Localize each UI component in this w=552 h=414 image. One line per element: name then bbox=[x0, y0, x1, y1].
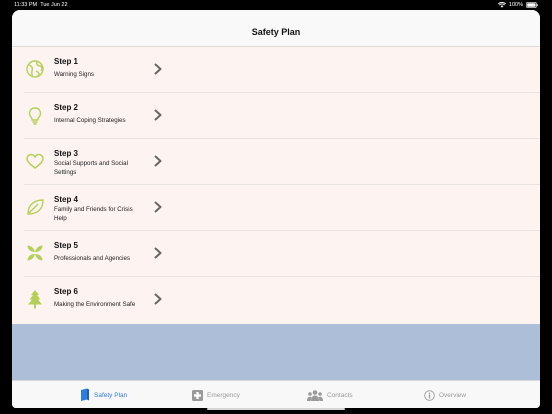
empty-content-area bbox=[12, 324, 540, 380]
status-time-date: 11:33 PM Tue Jun 22 bbox=[14, 0, 68, 10]
safety-plan-step-list: Step 1 Warning Signs Step 2 Internal Cop… bbox=[12, 47, 540, 324]
tab-bar: Safety Plan Emergency Contacts Overview bbox=[12, 380, 540, 408]
step-title: Step 5 bbox=[54, 241, 79, 250]
chevron-right-icon bbox=[153, 247, 163, 259]
page-title: Safety Plan bbox=[251, 27, 301, 37]
tab-emergency[interactable]: Emergency bbox=[192, 387, 240, 403]
home-indicator[interactable] bbox=[207, 408, 345, 410]
step-title: Step 2 bbox=[54, 103, 79, 112]
step-title: Step 4 bbox=[54, 195, 79, 204]
navigation-bar: Safety Plan bbox=[12, 10, 540, 47]
lightbulb-icon bbox=[24, 104, 46, 126]
chevron-right-icon bbox=[153, 155, 163, 167]
app-screen: Safety Plan Step 1 Warning Signs Step 2 … bbox=[12, 10, 540, 408]
tree-icon bbox=[24, 288, 46, 310]
status-date: Tue Jun 22 bbox=[40, 2, 68, 8]
step-title: Step 3 bbox=[54, 149, 79, 158]
medical-cross-icon bbox=[192, 389, 203, 401]
chevron-right-icon bbox=[153, 63, 163, 75]
petals-icon bbox=[24, 242, 46, 264]
step-subtitle: Social Supports and Social Settings bbox=[54, 160, 128, 176]
status-indicators: 100% bbox=[497, 0, 538, 10]
battery-percent: 100% bbox=[508, 2, 523, 8]
chevron-right-icon bbox=[153, 201, 163, 213]
tab-safety-plan[interactable]: Safety Plan bbox=[80, 387, 127, 403]
step-row-2[interactable]: Step 2 Internal Coping Strategies bbox=[12, 93, 540, 139]
tab-overview[interactable]: Overview bbox=[424, 387, 466, 403]
book-icon bbox=[80, 388, 90, 402]
tab-label: Emergency bbox=[207, 391, 240, 399]
step-title: Step 1 bbox=[54, 57, 79, 66]
status-time: 11:33 PM bbox=[14, 2, 38, 8]
step-row-5[interactable]: Step 5 Professionals and Agencies bbox=[12, 231, 540, 277]
step-row-1[interactable]: Step 1 Warning Signs bbox=[12, 47, 540, 93]
globe-icon bbox=[24, 58, 46, 80]
heart-icon bbox=[24, 150, 46, 172]
leaf-icon bbox=[24, 196, 46, 218]
step-subtitle: Making the Environment Safe bbox=[54, 301, 136, 308]
step-subtitle: Family and Friends for Crisis Help bbox=[54, 206, 133, 222]
people-icon bbox=[307, 389, 323, 401]
tab-label: Overview bbox=[439, 391, 467, 399]
tab-label: Contacts bbox=[327, 391, 353, 399]
step-subtitle: Professionals and Agencies bbox=[54, 255, 131, 262]
battery-icon bbox=[526, 2, 538, 8]
chevron-right-icon bbox=[153, 293, 163, 305]
status-bar: 11:33 PM Tue Jun 22 100% bbox=[0, 0, 552, 10]
tab-contacts[interactable]: Contacts bbox=[307, 387, 353, 403]
step-row-6[interactable]: Step 6 Making the Environment Safe bbox=[12, 277, 540, 323]
wifi-icon bbox=[497, 2, 506, 8]
info-icon bbox=[424, 389, 435, 401]
step-title: Step 6 bbox=[54, 287, 79, 296]
step-row-4[interactable]: Step 4 Family and Friends for Crisis Hel… bbox=[12, 185, 540, 231]
step-subtitle: Warning Signs bbox=[54, 71, 95, 78]
step-subtitle: Internal Coping Strategies bbox=[54, 117, 126, 124]
chevron-right-icon bbox=[153, 109, 163, 121]
tab-label: Safety Plan bbox=[94, 391, 128, 399]
step-row-3[interactable]: Step 3 Social Supports and Social Settin… bbox=[12, 139, 540, 185]
